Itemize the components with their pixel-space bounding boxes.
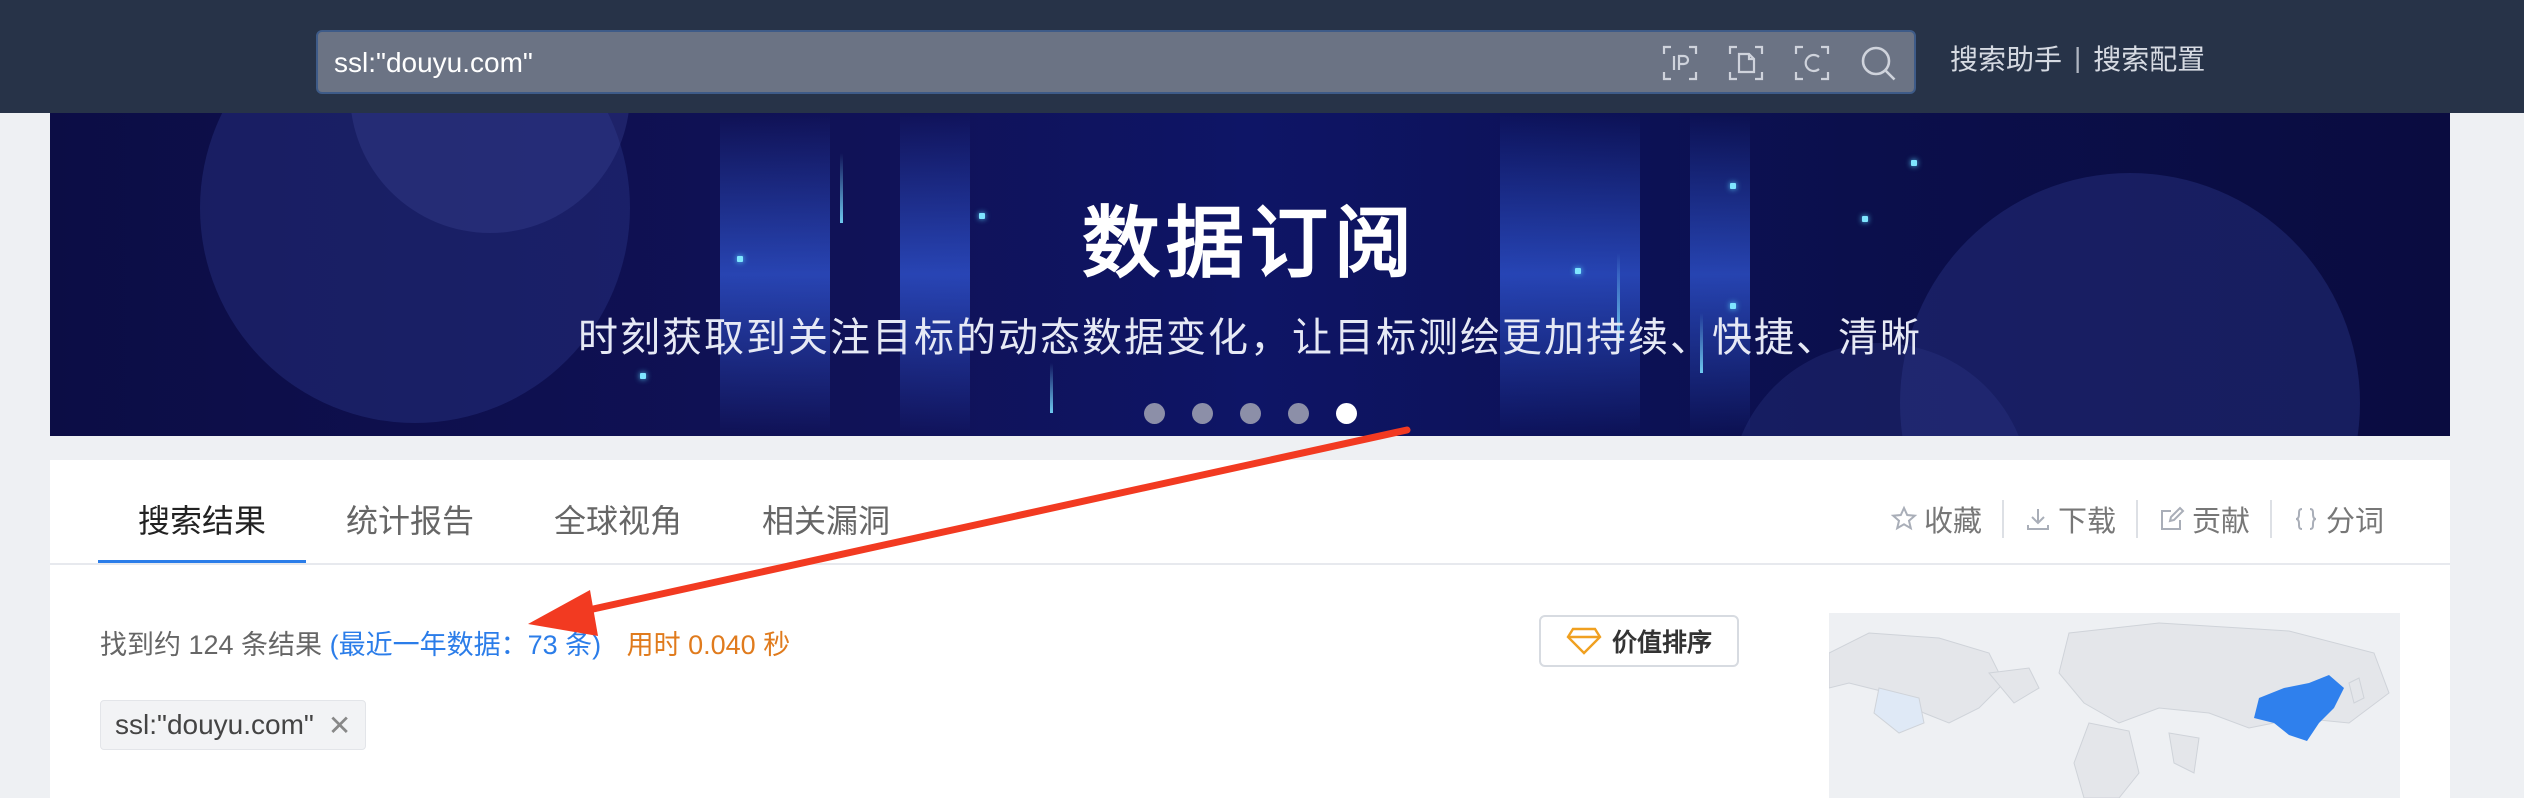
favorite-button[interactable]: 收藏 bbox=[1870, 498, 2002, 540]
tab-global-view[interactable]: 全球视角 bbox=[514, 460, 722, 563]
download-label: 下载 bbox=[2057, 506, 2116, 538]
search-config-link[interactable]: 搜索配置 bbox=[2093, 38, 2205, 78]
results-count: 找到约 124 条结果 bbox=[100, 630, 323, 660]
cert-search-icon[interactable] bbox=[1792, 43, 1832, 83]
download-button[interactable]: 下载 bbox=[2004, 498, 2136, 540]
world-map[interactable] bbox=[1829, 613, 2400, 798]
contribute-label: 贡献 bbox=[2191, 506, 2250, 538]
download-icon bbox=[2026, 509, 2049, 530]
promo-banner[interactable]: 数据订阅 时刻获取到关注目标的动态数据变化，让目标测绘更加持续、快捷、清晰 bbox=[50, 113, 2450, 436]
tab-search-results[interactable]: 搜索结果 bbox=[98, 460, 307, 565]
braces-icon bbox=[2295, 508, 2317, 530]
value-sort-button[interactable]: 价值排序 bbox=[1539, 615, 1739, 667]
query-filter-tag: ssl:"douyu.com" ✕ bbox=[100, 700, 367, 750]
star-icon bbox=[1890, 505, 1918, 531]
ip-search-icon[interactable] bbox=[1660, 43, 1700, 83]
banner-star bbox=[1911, 160, 1917, 166]
tab-statistics-report[interactable]: 统计报告 bbox=[306, 460, 514, 563]
tab-divider bbox=[50, 563, 2450, 565]
banner-star bbox=[640, 373, 646, 379]
results-panel: 搜索结果 统计报告 全球视角 相关漏洞 收藏 下载 贡献 分词 找到约 124 … bbox=[50, 460, 2450, 798]
value-sort-label: 价值排序 bbox=[1611, 629, 1712, 657]
top-links-separator: | bbox=[2074, 42, 2082, 73]
banner-page-dot[interactable] bbox=[1143, 403, 1165, 424]
file-search-icon[interactable] bbox=[1726, 43, 1766, 83]
favorite-label: 收藏 bbox=[1923, 506, 1982, 538]
search-time: 用时 0.040 秒 bbox=[626, 630, 791, 660]
diamond-icon bbox=[1566, 627, 1602, 655]
search-helper-link[interactable]: 搜索助手 bbox=[1950, 38, 2062, 78]
search-tools bbox=[1660, 43, 1898, 83]
results-summary: 找到约 124 条结果 (最近一年数据：73 条) 用时 0.040 秒 bbox=[100, 623, 790, 662]
result-actions: 收藏 下载 贡献 分词 bbox=[1870, 498, 2404, 540]
banner-page-dot[interactable] bbox=[1239, 403, 1261, 424]
banner-subtitle: 时刻获取到关注目标的动态数据变化，让目标测绘更加持续、快捷、清晰 bbox=[578, 316, 1922, 360]
search-icon[interactable] bbox=[1858, 43, 1898, 83]
banner-title: 数据订阅 bbox=[1081, 199, 1418, 287]
top-bar: 搜索助手 | 搜索配置 bbox=[0, 0, 2524, 113]
top-links: 搜索助手 | 搜索配置 bbox=[1950, 38, 2205, 78]
search-box bbox=[316, 30, 1916, 94]
close-icon[interactable]: ✕ bbox=[328, 709, 351, 742]
edit-icon bbox=[2160, 506, 2185, 530]
banner-page-dot-active[interactable] bbox=[1335, 403, 1357, 424]
tokenize-label: 分词 bbox=[2325, 506, 2384, 538]
world-map-graphic bbox=[1829, 613, 2400, 798]
tokenize-button[interactable]: 分词 bbox=[2272, 498, 2404, 540]
result-tabs: 搜索结果 统计报告 全球视角 相关漏洞 bbox=[98, 460, 930, 565]
banner-pager bbox=[50, 403, 2450, 424]
query-tag-text: ssl:"douyu.com" bbox=[115, 709, 314, 740]
contribute-button[interactable]: 贡献 bbox=[2138, 498, 2270, 540]
banner-page-dot[interactable] bbox=[1191, 403, 1213, 424]
recent-year-link[interactable]: (最近一年数据：73 条) bbox=[330, 630, 602, 660]
search-input[interactable] bbox=[332, 32, 1616, 94]
banner-page-dot[interactable] bbox=[1287, 403, 1309, 424]
tab-related-vulns[interactable]: 相关漏洞 bbox=[722, 460, 930, 563]
